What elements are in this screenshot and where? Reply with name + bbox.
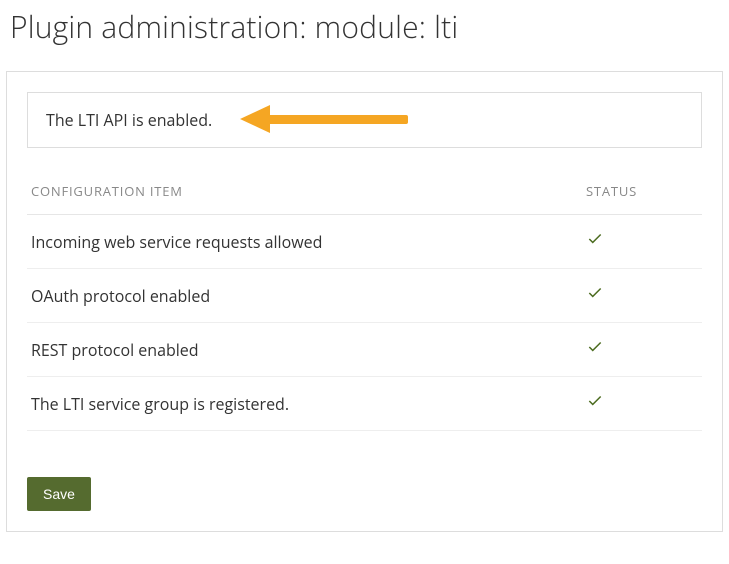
annotation-arrow-icon [240,101,410,142]
config-panel: The LTI API is enabled. CONFIGURATION IT… [6,71,723,532]
config-item-label: The LTI service group is registered. [27,377,582,431]
check-icon [586,230,604,248]
header-config-item: CONFIGURATION ITEM [27,174,582,215]
status-alert-text: The LTI API is enabled. [46,109,212,131]
table-row: OAuth protocol enabled [27,269,702,323]
config-table: CONFIGURATION ITEM STATUS Incoming web s… [27,174,702,431]
status-alert: The LTI API is enabled. [27,92,702,148]
save-button[interactable]: Save [27,477,91,511]
table-row: Incoming web service requests allowed [27,215,702,269]
table-row: The LTI service group is registered. [27,377,702,431]
config-item-label: REST protocol enabled [27,323,582,377]
page-title: Plugin administration: module: lti [10,6,723,47]
table-row: REST protocol enabled [27,323,702,377]
config-item-label: OAuth protocol enabled [27,269,582,323]
config-item-label: Incoming web service requests allowed [27,215,582,269]
check-icon [586,338,604,356]
header-status: STATUS [582,174,702,215]
check-icon [586,284,604,302]
check-icon [586,392,604,410]
